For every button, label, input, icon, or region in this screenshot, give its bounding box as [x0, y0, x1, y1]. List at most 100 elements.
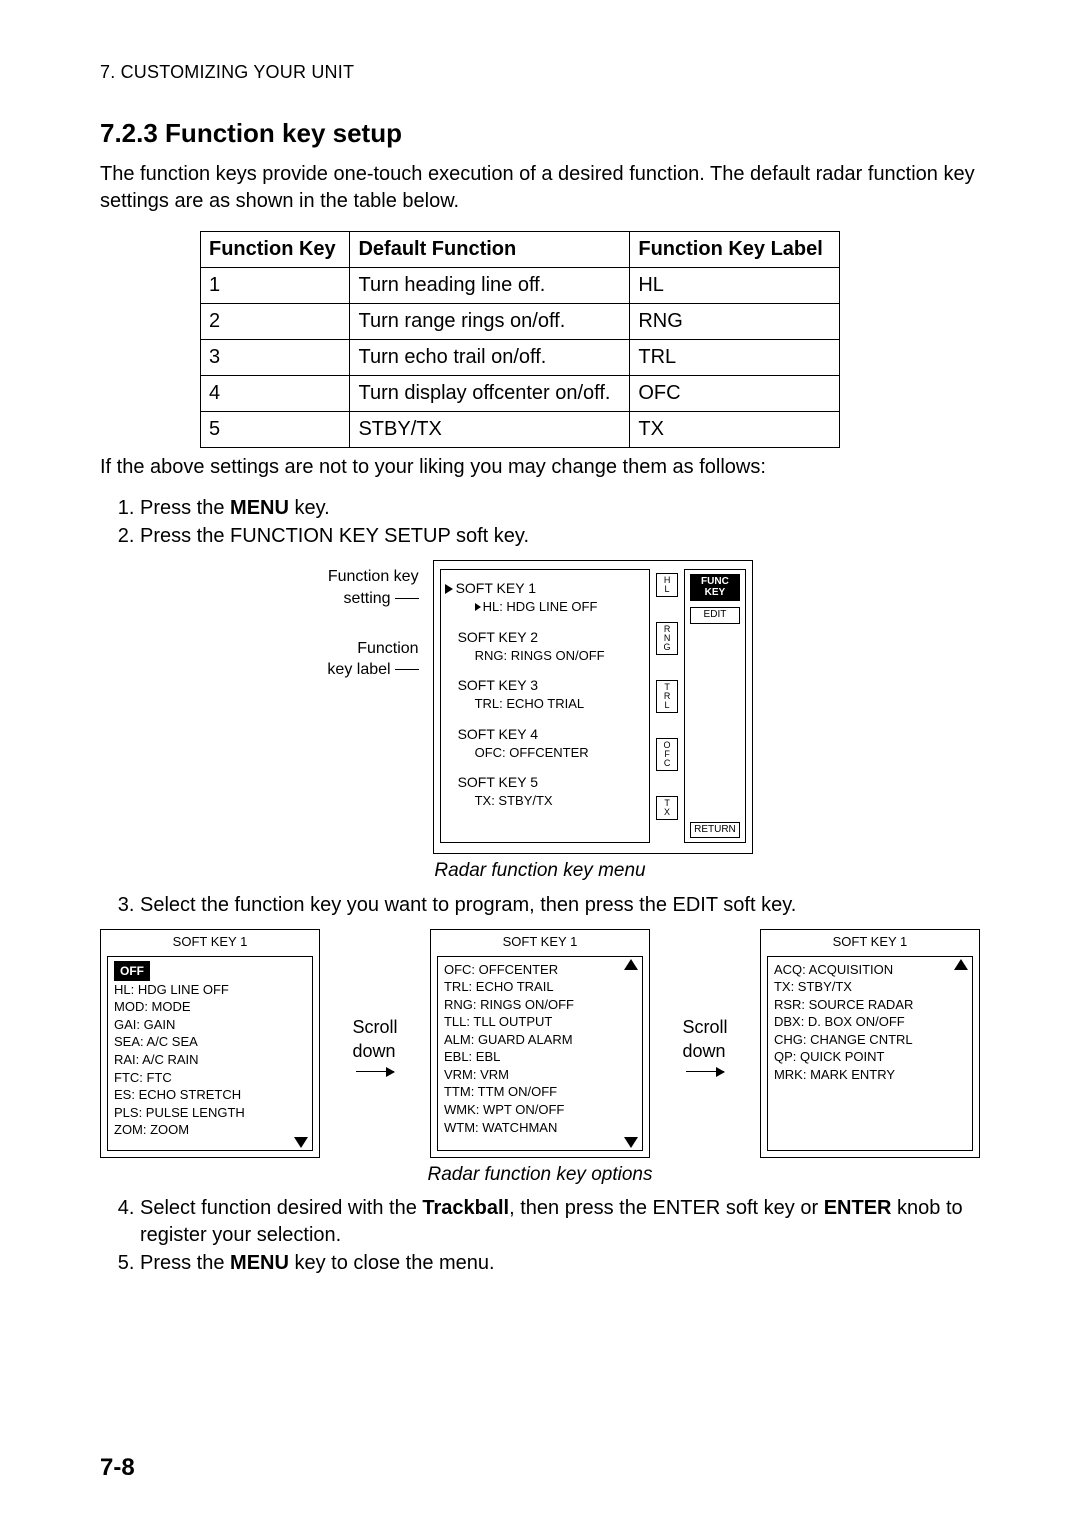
- intro-paragraph: The function keys provide one-touch exec…: [100, 161, 980, 215]
- option-item[interactable]: TTM: TTM ON/OFF: [444, 1083, 636, 1101]
- softkey-sub: OFC: OFFCENTER: [475, 744, 589, 762]
- running-head: 7. CUSTOMIZING YOUR UNIT: [100, 60, 980, 84]
- arrow-right-icon: [356, 1071, 394, 1072]
- scroll-indicator: Scrolldown: [352, 1015, 397, 1073]
- step-bold: MENU: [230, 1252, 289, 1274]
- option-item[interactable]: RSR: SOURCE RADAR: [774, 996, 966, 1014]
- key-label-badge: HL: [656, 573, 678, 597]
- option-item[interactable]: MRK: MARK ENTRY: [774, 1066, 966, 1084]
- page-number: 7-8: [100, 1452, 135, 1484]
- step-text: Select function desired with the: [140, 1197, 422, 1219]
- after-table-text: If the above settings are not to your li…: [100, 454, 980, 481]
- option-item[interactable]: FTC: FTC: [114, 1069, 306, 1087]
- options-caption: Radar function key options: [100, 1162, 980, 1188]
- options-col-3: SOFT KEY 1 ACQ: ACQUISITIONTX: STBY/TXRS…: [760, 929, 980, 1158]
- option-item[interactable]: MOD: MODE: [114, 998, 306, 1016]
- options-diagram: SOFT KEY 1 OFFHL: HDG LINE OFFMOD: MODEG…: [100, 929, 980, 1158]
- softkey-item[interactable]: SOFT KEY 3TRL: ECHO TRIAL: [445, 676, 646, 712]
- table-cell: Turn range rings on/off.: [350, 304, 630, 340]
- table-row: 4Turn display offcenter on/off.OFC: [201, 376, 840, 412]
- menu-list: SOFT KEY 1HL: HDG LINE OFF SOFT KEY 2RNG:…: [440, 569, 651, 843]
- softkey-item[interactable]: SOFT KEY 5TX: STBY/TX: [445, 773, 646, 809]
- options-title: SOFT KEY 1: [761, 930, 979, 954]
- option-item[interactable]: TX: STBY/TX: [774, 978, 966, 996]
- option-item[interactable]: RAI: A/C RAIN: [114, 1051, 306, 1069]
- table-row: 1Turn heading line off.HL: [201, 268, 840, 304]
- table-cell: 3: [201, 340, 350, 376]
- func-key-button[interactable]: FUNCKEY: [690, 574, 740, 601]
- option-item[interactable]: WMK: WPT ON/OFF: [444, 1101, 636, 1119]
- option-item[interactable]: VRM: VRM: [444, 1066, 636, 1084]
- option-item[interactable]: OFC: OFFCENTER: [444, 961, 636, 979]
- table-cell: Turn display offcenter on/off.: [350, 376, 630, 412]
- step-2: Press the FUNCTION KEY SETUP soft key.: [140, 523, 980, 550]
- option-item[interactable]: QP: QUICK POINT: [774, 1048, 966, 1066]
- table-header: Function Key: [201, 232, 350, 268]
- menu-screen: SOFT KEY 1HL: HDG LINE OFF SOFT KEY 2RNG:…: [433, 560, 753, 854]
- key-label-badge: TX: [656, 796, 678, 820]
- step-text: key.: [289, 497, 330, 519]
- softkey-title: SOFT KEY 1: [456, 579, 536, 598]
- option-item[interactable]: EBL: EBL: [444, 1048, 636, 1066]
- table-header: Function Key Label: [630, 232, 840, 268]
- menu-caption: Radar function key menu: [100, 858, 980, 884]
- options-title: SOFT KEY 1: [431, 930, 649, 954]
- table-row: 5STBY/TXTX: [201, 412, 840, 448]
- off-option[interactable]: OFF: [114, 961, 150, 981]
- table-cell: 5: [201, 412, 350, 448]
- options-title: SOFT KEY 1: [101, 930, 319, 954]
- table-cell: Turn heading line off.: [350, 268, 630, 304]
- scroll-down-icon: [294, 1137, 308, 1148]
- softkey-sub: TX: STBY/TX: [475, 792, 553, 810]
- softkey-sub: TRL: ECHO TRIAL: [475, 695, 585, 713]
- pointer-icon: [475, 603, 481, 611]
- table-cell: 1: [201, 268, 350, 304]
- step-bold: ENTER: [824, 1197, 892, 1219]
- softkey-item[interactable]: SOFT KEY 4OFC: OFFCENTER: [445, 725, 646, 761]
- option-item[interactable]: ES: ECHO STRETCH: [114, 1086, 306, 1104]
- option-item[interactable]: PLS: PULSE LENGTH: [114, 1104, 306, 1122]
- step-5: Press the MENU key to close the menu.: [140, 1250, 980, 1277]
- option-item[interactable]: WTM: WATCHMAN: [444, 1119, 636, 1137]
- table-row: 2Turn range rings on/off.RNG: [201, 304, 840, 340]
- softkey-item[interactable]: SOFT KEY 2RNG: RINGS ON/OFF: [445, 628, 646, 664]
- option-item[interactable]: RNG: RINGS ON/OFF: [444, 996, 636, 1014]
- diagram-labels: Function keysetting Functionkey label: [327, 560, 418, 680]
- option-item[interactable]: TLL: TLL OUTPUT: [444, 1013, 636, 1031]
- menu-diagram: Function keysetting Functionkey label SO…: [100, 560, 980, 854]
- table-cell: 2: [201, 304, 350, 340]
- option-item[interactable]: ALM: GUARD ALARM: [444, 1031, 636, 1049]
- options-col-1: SOFT KEY 1 OFFHL: HDG LINE OFFMOD: MODEG…: [100, 929, 320, 1158]
- step-3: Select the function key you want to prog…: [140, 892, 980, 919]
- step-1: Press the MENU key.: [140, 495, 980, 522]
- option-item[interactable]: SEA: A/C SEA: [114, 1033, 306, 1051]
- option-item[interactable]: CHG: CHANGE CNTRL: [774, 1031, 966, 1049]
- steps-list: Select function desired with the Trackba…: [100, 1195, 980, 1277]
- section-heading: 7.2.3 Function key setup: [100, 116, 980, 151]
- step-text: key to close the menu.: [289, 1252, 495, 1274]
- table-cell: TX: [630, 412, 840, 448]
- softkey-item[interactable]: SOFT KEY 1HL: HDG LINE OFF: [445, 579, 646, 615]
- function-key-table: Function Key Default Function Function K…: [200, 231, 840, 448]
- option-item[interactable]: HL: HDG LINE OFF: [114, 981, 306, 999]
- step-text: , then press the ENTER soft key or: [509, 1197, 824, 1219]
- option-item[interactable]: ZOM: ZOOM: [114, 1121, 306, 1139]
- table-cell: 4: [201, 376, 350, 412]
- table-cell: OFC: [630, 376, 840, 412]
- table-cell: STBY/TX: [350, 412, 630, 448]
- scroll-indicator: Scrolldown: [682, 1015, 727, 1073]
- option-item[interactable]: GAI: GAIN: [114, 1016, 306, 1034]
- softkey-title: SOFT KEY 2: [458, 628, 538, 647]
- key-label-badge: OFC: [656, 738, 678, 771]
- option-item[interactable]: TRL: ECHO TRAIL: [444, 978, 636, 996]
- softkey-sidebar: FUNCKEY EDIT RETURN: [684, 569, 745, 843]
- option-item[interactable]: ACQ: ACQUISITION: [774, 961, 966, 979]
- softkey-title: SOFT KEY 3: [458, 676, 538, 695]
- table-row: 3Turn echo trail on/off.TRL: [201, 340, 840, 376]
- return-button[interactable]: RETURN: [690, 822, 740, 839]
- option-item[interactable]: DBX: D. BOX ON/OFF: [774, 1013, 966, 1031]
- scroll-up-icon: [624, 959, 638, 970]
- steps-list: Select the function key you want to prog…: [100, 892, 980, 919]
- edit-button[interactable]: EDIT: [690, 607, 740, 624]
- table-cell: Turn echo trail on/off.: [350, 340, 630, 376]
